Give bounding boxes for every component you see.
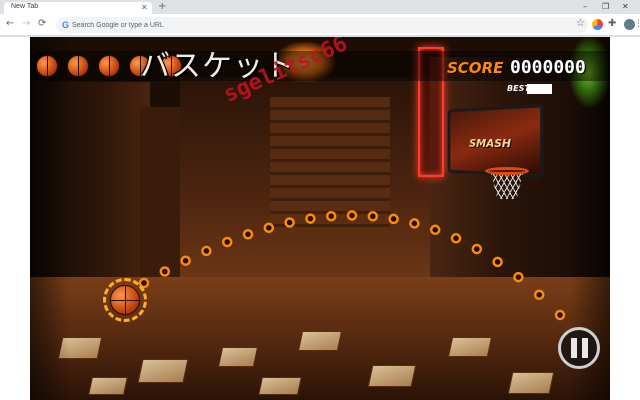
trajectory-dot: [306, 215, 314, 223]
browser-toolbar: ← → ⟳ G ☆ ✚ ⋮: [0, 14, 640, 36]
address-input[interactable]: [72, 17, 552, 33]
trajectory-dot: [369, 212, 377, 220]
trajectory-dot: [244, 230, 252, 238]
reload-icon[interactable]: ⟳: [38, 18, 46, 30]
page-viewport: バスケット sgelitsc66 SCORE 0000000 BEST SMAS…: [0, 37, 640, 400]
pause-button[interactable]: [558, 327, 600, 369]
trajectory-dot: [452, 234, 460, 242]
game-canvas[interactable]: バスケット sgelitsc66 SCORE 0000000 BEST SMAS…: [30, 37, 610, 400]
trajectory-dot: [431, 226, 439, 234]
plus-icon[interactable]: +: [158, 1, 166, 13]
puzzle-icon[interactable]: ✚: [608, 18, 616, 30]
pause-icon: [571, 338, 577, 358]
trajectory-dot: [161, 268, 169, 276]
window-close-icon[interactable]: ✕: [622, 1, 629, 12]
trajectory-dot: [265, 224, 273, 232]
basketball[interactable]: [110, 285, 140, 315]
trajectory-dot: [535, 291, 543, 299]
tab-title: New Tab: [11, 3, 38, 10]
trajectory-dot: [390, 215, 398, 223]
omnibox[interactable]: G: [56, 17, 588, 33]
close-icon[interactable]: ✕: [141, 2, 148, 13]
trajectory-dot: [473, 245, 481, 253]
trajectory-dot: [348, 211, 356, 219]
pause-icon: [582, 338, 588, 358]
forward-icon[interactable]: →: [22, 18, 30, 30]
trajectory-dot: [410, 219, 418, 227]
menu-icon[interactable]: ⋮: [634, 18, 640, 30]
minimize-icon[interactable]: –: [583, 1, 587, 12]
trajectory-dot: [494, 258, 502, 266]
trajectory-dot: [202, 247, 210, 255]
back-icon[interactable]: ←: [6, 18, 14, 30]
trajectory-dot: [556, 311, 564, 319]
tab-strip: New Tab ✕ + – ❐ ✕: [0, 0, 640, 14]
google-icon: G: [62, 18, 69, 32]
extension-icon[interactable]: [592, 19, 603, 30]
trajectory-dot: [286, 219, 294, 227]
trajectory-dot: [514, 273, 522, 281]
restore-icon[interactable]: ❐: [602, 1, 609, 12]
trajectory-guide: [30, 37, 610, 400]
star-icon[interactable]: ☆: [576, 18, 585, 30]
trajectory-dot: [327, 212, 335, 220]
trajectory-dot: [182, 257, 190, 265]
trajectory-dot: [223, 238, 231, 246]
tab-new-tab[interactable]: New Tab ✕: [4, 2, 152, 14]
